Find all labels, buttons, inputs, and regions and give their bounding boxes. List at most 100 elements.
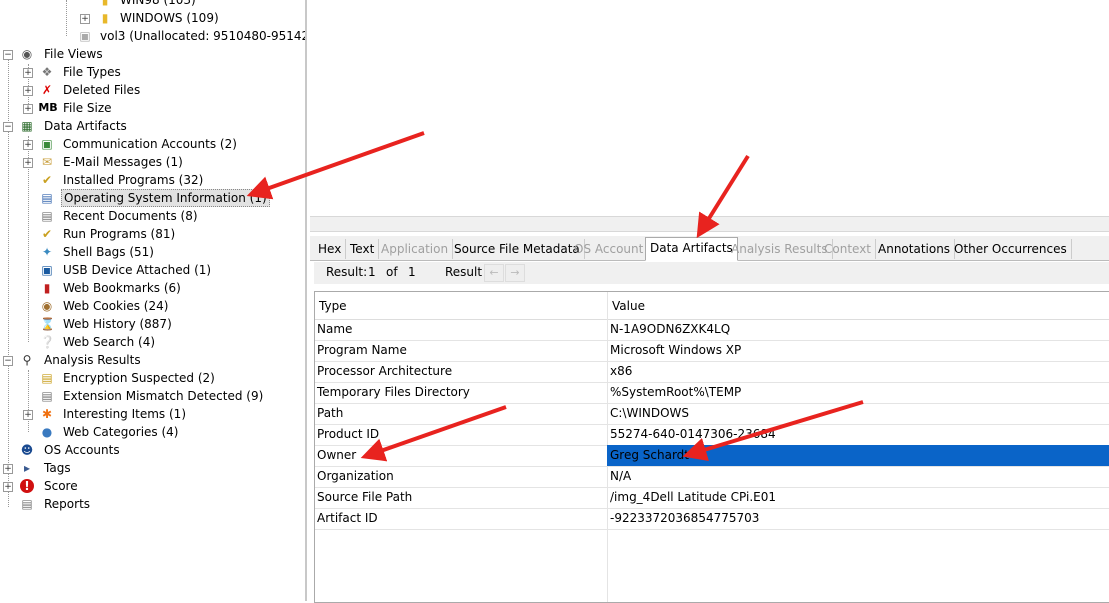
tree-item-installed-programs[interactable]: ✔ Installed Programs (32) [0,171,300,189]
tree-item-vol3[interactable]: ▣ vol3 (Unallocated: 9510480-9514259) [0,27,305,45]
web-search-icon: ❔ [40,335,55,349]
tree-item-deleted-files[interactable]: + ✗ Deleted Files [0,81,300,99]
collapse-icon[interactable]: − [3,122,13,132]
table-row[interactable]: Path C:\WINDOWS [315,403,1109,425]
bookmark-icon: ▮ [43,281,51,295]
expand-icon[interactable]: + [23,158,33,168]
tree-item-extension-mismatch[interactable]: ▤ Extension Mismatch Detected (9) [0,387,300,405]
table-row[interactable]: Name N-1A9ODN6ZXK4LQ [315,319,1109,341]
cookie-icon: ◉ [41,299,53,313]
expand-icon[interactable]: + [23,410,33,420]
column-header-type[interactable]: Type [315,292,347,319]
table-row[interactable]: Organization N/A [315,466,1109,488]
tree-item-email-messages[interactable]: + ✉ E-Mail Messages (1) [0,153,300,171]
tab-source-file-metadata[interactable]: Source File Metadata [450,239,585,259]
column-divider [607,529,608,602]
expand-icon[interactable]: + [80,14,90,24]
cell-type: Path [315,403,608,424]
cell-value: C:\WINDOWS [610,406,690,420]
tab-os-account: OS Account [570,239,649,259]
run-icon: ✔ [41,227,53,241]
expand-icon[interactable]: + [23,68,33,78]
cell-value: -9223372036854775703 [610,511,760,525]
tab-application: Application [377,239,454,259]
tab-data-artifacts[interactable]: Data Artifacts [645,237,738,261]
data-artifacts-icon: ▦ [21,119,33,133]
contacts-icon: ▣ [41,137,53,151]
splitter[interactable] [310,216,1109,232]
table-row[interactable]: Source File Path /img_4Dell Latitude CPi… [315,487,1109,509]
tree-item-web-cookies[interactable]: ◉ Web Cookies (24) [0,297,300,315]
cell-type: Temporary Files Directory [315,382,608,403]
tab-annotations[interactable]: Annotations [874,239,956,259]
expand-icon[interactable]: + [23,104,33,114]
tree-item-file-views[interactable]: − ◉ File Views [0,45,300,63]
tree-item-web-search[interactable]: ❔ Web Search (4) [0,333,300,351]
column-header-value[interactable]: Value [607,292,645,319]
computer-icon: ▤ [41,191,53,205]
tree-item-usb-device-attached[interactable]: ▣ USB Device Attached (1) [0,261,300,279]
file-size-icon: MB [38,101,58,114]
tree-item-run-programs[interactable]: ✔ Run Programs (81) [0,225,300,243]
cell-type: Product ID [315,424,608,445]
tree-item-recent-documents[interactable]: ▤ Recent Documents (8) [0,207,300,225]
tree-item-web-categories[interactable]: ● Web Categories (4) [0,423,300,441]
tree-item-operating-system-information[interactable]: ▤ Operating System Information (1) [0,189,300,207]
deleted-files-icon: ✗ [41,83,53,97]
tree-item-file-types[interactable]: + ❖ File Types [0,63,300,81]
tag-icon: ▸ [23,461,31,475]
result-navigation-bar: Result: 1 of 1 Result ← → [314,262,1109,284]
expand-icon[interactable]: + [3,464,13,474]
result-total: 1 [408,265,416,279]
table-row[interactable]: Product ID 55274-640-0147306-23684 [315,424,1109,446]
result-current: 1 [368,265,376,279]
star-icon: ✱ [41,407,53,421]
tree-item-web-history[interactable]: ⌛ Web History (887) [0,315,300,333]
collapse-icon[interactable]: − [3,356,13,366]
expand-icon[interactable]: + [3,482,13,492]
user-icon: ☻ [20,443,34,457]
cell-type: Name [315,319,608,340]
tree-item-shell-bags[interactable]: ✦ Shell Bags (51) [0,243,300,261]
tree-item-win98[interactable]: ▮ WIN98 (103) [0,0,300,9]
table-row[interactable]: Temporary Files Directory %SystemRoot%\T… [315,382,1109,404]
tree-item-interesting-items[interactable]: + ✱ Interesting Items (1) [0,405,300,423]
tree-item-analysis-results[interactable]: − ⚲ Analysis Results [0,351,300,369]
document-icon: ▤ [41,209,53,223]
tree-item-tags[interactable]: + ▸ Tags [0,459,300,477]
tree-item-score[interactable]: + ! Score [0,477,300,495]
directory-tree[interactable]: ▮ WIN98 (103) + ▮ WINDOWS (109) ▣ vol3 (… [0,0,307,601]
tree-item-windows[interactable]: + ▮ WINDOWS (109) [0,9,300,27]
table-row[interactable]: Artifact ID -9223372036854775703 [315,508,1109,530]
cell-type: Owner [315,445,608,466]
eye-icon: ◉ [21,47,33,61]
table-row[interactable]: Program Name Microsoft Windows XP [315,340,1109,362]
mail-icon: ✉ [41,155,53,169]
tree-item-reports[interactable]: ▤ Reports [0,495,300,513]
tree-item-communication-accounts[interactable]: + ▣ Communication Accounts (2) [0,135,300,153]
tree-item-encryption-suspected[interactable]: ▤ Encryption Suspected (2) [0,369,300,387]
cell-value: %SystemRoot%\TEMP [610,385,742,399]
cell-type: Source File Path [315,487,608,508]
table-row[interactable]: Processor Architecture x86 [315,361,1109,383]
expand-icon[interactable]: + [23,86,33,96]
next-result-button[interactable]: → [505,264,525,282]
tree-item-os-accounts[interactable]: ☻ OS Accounts [0,441,300,459]
tab-hex[interactable]: Hex [314,239,347,259]
cell-value: N-1A9ODN6ZXK4LQ [610,322,731,336]
tab-text[interactable]: Text [346,239,380,259]
tree-item-data-artifacts[interactable]: − ▦ Data Artifacts [0,117,300,135]
tree-item-file-size[interactable]: + MB File Size [0,99,300,117]
usb-icon: ▣ [41,263,53,277]
table-row-selected[interactable]: Owner Greg Schardt [315,445,1109,467]
cell-type: Artifact ID [315,508,608,529]
shellbag-icon: ✦ [41,245,53,259]
expand-icon[interactable]: + [23,140,33,150]
tree-item-web-bookmarks[interactable]: ▮ Web Bookmarks (6) [0,279,300,297]
table-header: Type Value [315,292,1109,320]
collapse-icon[interactable]: − [3,50,13,60]
tab-analysis-results: Analysis Results [727,239,833,259]
cell-value: 55274-640-0147306-23684 [610,427,776,441]
tab-other-occurrences[interactable]: Other Occurrences [950,239,1072,259]
previous-result-button[interactable]: ← [484,264,504,282]
